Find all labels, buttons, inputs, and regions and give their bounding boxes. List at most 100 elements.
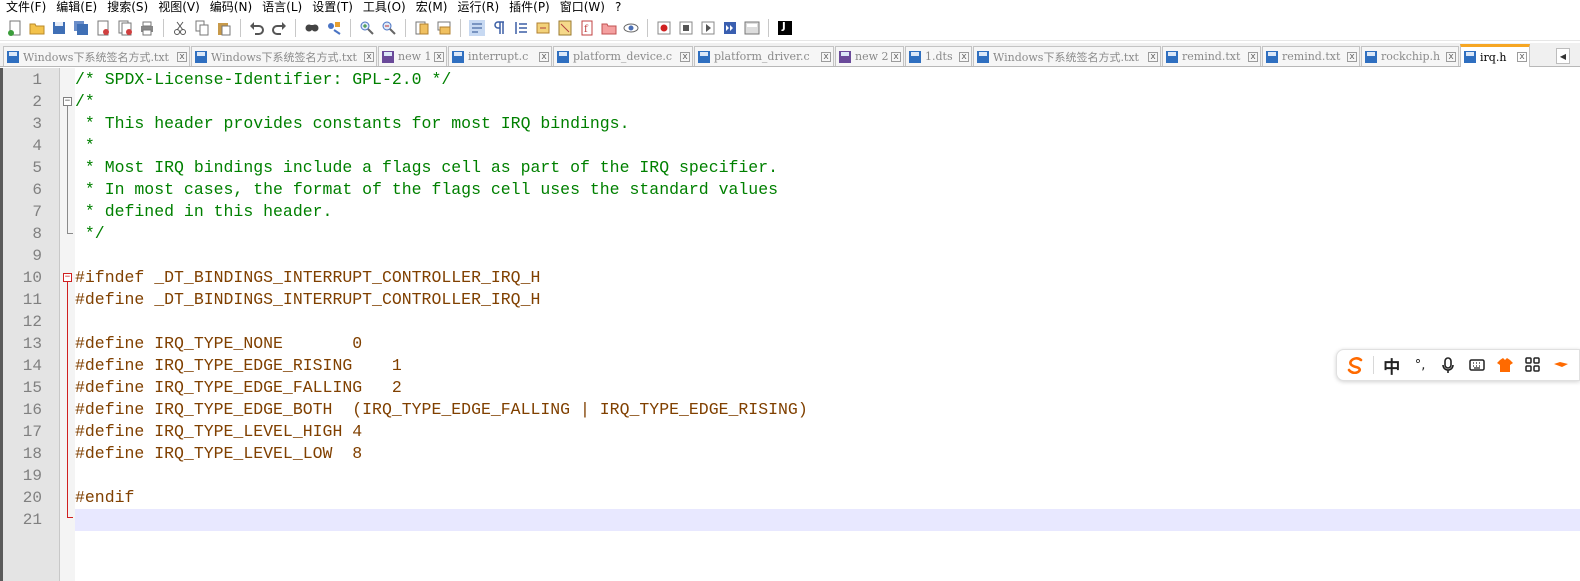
tab-close-button[interactable]: x xyxy=(364,51,374,62)
doc-map-button[interactable] xyxy=(555,18,575,38)
record-macro-button[interactable] xyxy=(654,18,674,38)
code-line[interactable]: */ xyxy=(75,223,1580,245)
keyboard-icon[interactable] xyxy=(1466,353,1487,377)
code-line[interactable]: * In most cases, the format of the flags… xyxy=(75,179,1580,201)
tab[interactable]: Windows下系统签名方式.txt x xyxy=(3,46,190,66)
tab[interactable]: interrupt.c x xyxy=(448,46,552,66)
tab[interactable]: rockchip.h x xyxy=(1361,46,1459,66)
tab[interactable]: remind.txt x xyxy=(1262,46,1360,66)
chinese-mode-button[interactable]: 中 xyxy=(1381,353,1402,378)
tab-close-button[interactable]: x xyxy=(434,51,444,62)
menu-item[interactable]: 运行(R) xyxy=(451,0,503,14)
code-area[interactable]: /* SPDX-License-Identifier: GPL-2.0 */ /*… xyxy=(75,68,1580,581)
code-line[interactable]: * xyxy=(75,135,1580,157)
code-line[interactable] xyxy=(75,465,1580,487)
tab[interactable]: new 1x xyxy=(378,46,447,66)
tab-close-button[interactable]: x xyxy=(539,51,549,62)
menu-item[interactable]: 宏(M) xyxy=(410,0,452,14)
code-line[interactable]: #define IRQ_TYPE_EDGE_BOTH (IRQ_TYPE_EDG… xyxy=(75,399,1580,421)
tab-close-button[interactable]: x xyxy=(1517,52,1527,62)
toolbox-grid-icon[interactable] xyxy=(1522,353,1543,377)
sogou-logo-icon[interactable] xyxy=(1345,353,1366,377)
zoom-out-button[interactable] xyxy=(379,18,399,38)
code-line[interactable] xyxy=(75,245,1580,267)
punctuation-icon[interactable]: °, xyxy=(1409,353,1430,377)
menu-item[interactable]: ? xyxy=(609,0,625,14)
replace-button[interactable] xyxy=(324,18,344,38)
code-line[interactable]: /* SPDX-License-Identifier: GPL-2.0 */ xyxy=(75,69,1580,91)
tab-close-button[interactable]: x xyxy=(1248,51,1258,62)
tab[interactable]: new 2x xyxy=(835,46,904,66)
cut-button[interactable] xyxy=(170,18,190,38)
monitoring-button[interactable] xyxy=(621,18,641,38)
menu-item[interactable]: 窗口(W) xyxy=(554,0,609,14)
fold-toggle-ifndef[interactable]: − xyxy=(63,273,72,282)
tab[interactable]: Windows下系统签名方式.txt x xyxy=(973,46,1161,66)
tab-close-button[interactable]: x xyxy=(1148,51,1158,62)
menu-item[interactable]: 视图(V) xyxy=(152,0,204,14)
paste-button[interactable] xyxy=(214,18,234,38)
menu-item[interactable]: 文件(F) xyxy=(0,0,50,14)
open-file-button[interactable] xyxy=(27,18,47,38)
tab-active[interactable]: irq.h x xyxy=(1460,44,1530,67)
tab-close-button[interactable]: x xyxy=(891,51,901,62)
jsx-button[interactable]: J xyxy=(775,18,795,38)
menu-item[interactable]: 语言(L) xyxy=(256,0,306,14)
run-macro-multiple-button[interactable] xyxy=(720,18,740,38)
tab-close-button[interactable]: x xyxy=(821,51,831,62)
sync-horizontal-button[interactable] xyxy=(434,18,454,38)
tab-close-button[interactable]: x xyxy=(680,51,690,62)
code-line[interactable]: #define IRQ_TYPE_LEVEL_LOW 8 xyxy=(75,443,1580,465)
code-line[interactable]: * Most IRQ bindings include a flags cell… xyxy=(75,157,1580,179)
close-all-button[interactable] xyxy=(115,18,135,38)
zoom-in-button[interactable] xyxy=(357,18,377,38)
tab-scroll-left-button[interactable]: ◀ xyxy=(1556,48,1570,64)
menu-item[interactable]: 设置(T) xyxy=(306,0,357,14)
word-wrap-button[interactable] xyxy=(467,18,487,38)
more-icon[interactable] xyxy=(1551,353,1572,377)
tab[interactable]: platform_driver.c x xyxy=(694,46,834,66)
code-line[interactable]: #endif xyxy=(75,487,1580,509)
print-button[interactable] xyxy=(137,18,157,38)
tab-close-button[interactable]: x xyxy=(959,51,969,62)
menu-item[interactable]: 搜索(S) xyxy=(101,0,152,14)
udl-button[interactable] xyxy=(533,18,553,38)
editor[interactable]: 1 2 3 4 5 6 7 8 9 10 11 12 13 14 15 16 17 18 19 20 21 − − /* … xyxy=(0,68,1580,581)
fold-margin[interactable]: − − xyxy=(60,68,75,581)
indent-guide-button[interactable] xyxy=(511,18,531,38)
code-line[interactable] xyxy=(75,311,1580,333)
close-button[interactable] xyxy=(93,18,113,38)
code-line[interactable]: #define _DT_BINDINGS_INTERRUPT_CONTROLLE… xyxy=(75,289,1580,311)
code-line[interactable]: /* xyxy=(75,91,1580,113)
tab[interactable]: remind.txt x xyxy=(1162,46,1261,66)
tab[interactable]: platform_device.c x xyxy=(553,46,693,66)
microphone-icon[interactable] xyxy=(1438,353,1459,377)
skin-icon[interactable] xyxy=(1494,353,1515,377)
fold-toggle-comment[interactable]: − xyxy=(63,97,72,106)
play-macro-button[interactable] xyxy=(698,18,718,38)
function-list-button[interactable]: f xyxy=(577,18,597,38)
save-macro-button[interactable] xyxy=(742,18,762,38)
new-file-button[interactable] xyxy=(5,18,25,38)
menu-item[interactable]: 工具(O) xyxy=(357,0,410,14)
find-button[interactable] xyxy=(302,18,322,38)
code-line[interactable] xyxy=(75,509,1580,531)
copy-button[interactable] xyxy=(192,18,212,38)
code-line[interactable]: #ifndef _DT_BINDINGS_INTERRUPT_CONTROLLE… xyxy=(75,267,1580,289)
menu-item[interactable]: 编辑(E) xyxy=(50,0,101,14)
tab-close-button[interactable]: x xyxy=(1347,51,1357,62)
code-line[interactable]: * defined in this header. xyxy=(75,201,1580,223)
tab[interactable]: Windows下系统签名方式.txt x xyxy=(191,46,377,66)
save-button[interactable] xyxy=(49,18,69,38)
undo-button[interactable] xyxy=(247,18,267,38)
sync-vertical-button[interactable] xyxy=(412,18,432,38)
tab-close-button[interactable]: x xyxy=(177,51,187,62)
tab[interactable]: 1.dts x xyxy=(905,46,972,66)
stop-record-button[interactable] xyxy=(676,18,696,38)
save-all-button[interactable] xyxy=(71,18,91,38)
code-line[interactable]: #define IRQ_TYPE_LEVEL_HIGH 4 xyxy=(75,421,1580,443)
menu-item[interactable]: 编码(N) xyxy=(204,0,256,14)
code-line[interactable]: * This header provides constants for mos… xyxy=(75,113,1580,135)
redo-button[interactable] xyxy=(269,18,289,38)
show-all-chars-button[interactable] xyxy=(489,18,509,38)
